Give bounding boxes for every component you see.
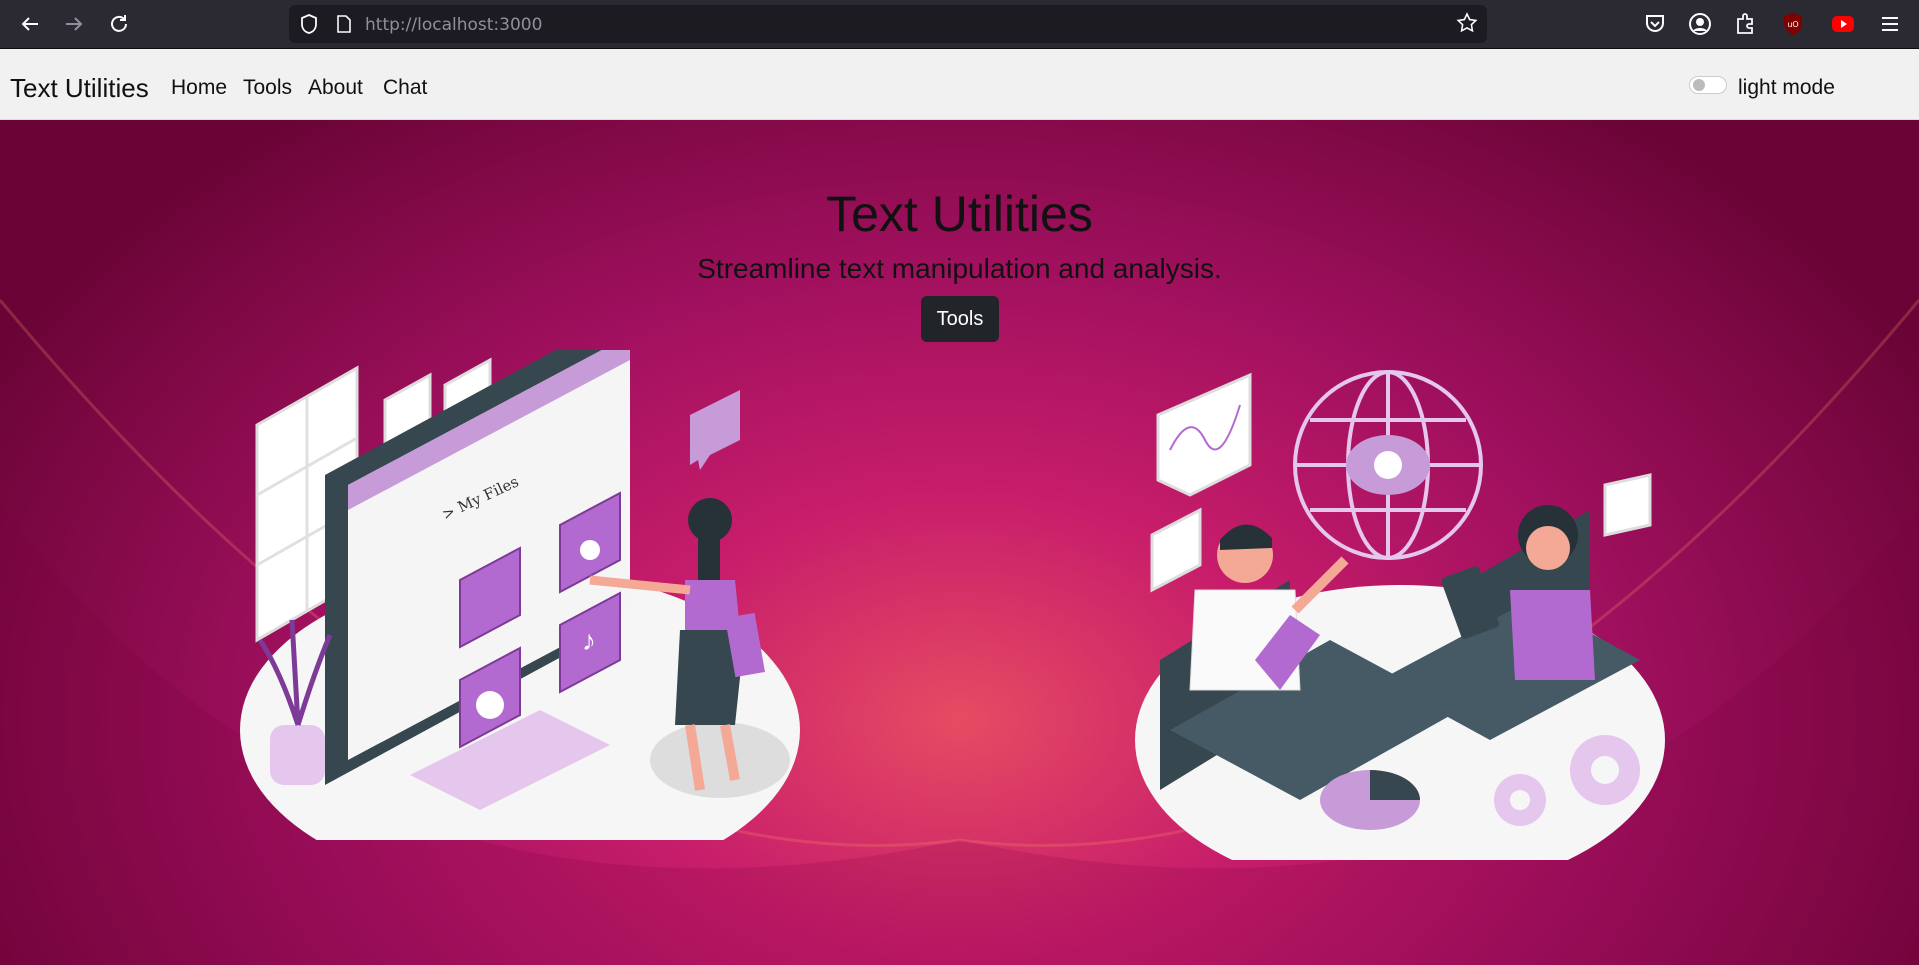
user-bubble-icon	[690, 390, 740, 470]
bookmark-star-icon[interactable]	[1455, 11, 1479, 35]
menu-icon[interactable]	[1877, 11, 1903, 37]
files-illustration: > My Files ♪	[240, 350, 800, 840]
nav-link-home[interactable]: Home	[171, 76, 227, 100]
team-illustration	[1135, 370, 1665, 860]
nav-link-tools[interactable]: Tools	[243, 76, 292, 100]
pocket-icon[interactable]	[1642, 11, 1668, 37]
url-port: :3000	[493, 15, 543, 35]
ublock-icon[interactable]: uO	[1780, 11, 1806, 37]
mode-label: light mode	[1738, 76, 1835, 99]
navbar-brand[interactable]: Text Utilities	[10, 73, 149, 104]
nav-link-chat[interactable]: Chat	[383, 76, 427, 100]
hero-tools-button[interactable]: Tools	[921, 296, 999, 342]
url-bar[interactable]: http://localhost:3000	[289, 5, 1487, 43]
url-host: localhost	[417, 15, 494, 35]
gear-icon	[1374, 451, 1402, 479]
url-scheme: http://	[365, 15, 418, 35]
url-text[interactable]: http://localhost:3000	[365, 15, 542, 35]
person-icon	[580, 540, 600, 560]
svg-text:uO: uO	[1787, 20, 1798, 29]
music-note-icon: ♪	[582, 625, 596, 656]
shield-icon[interactable]	[299, 13, 319, 35]
hero-section: Text Utilities Streamline text manipulat…	[0, 120, 1919, 965]
line-chart-card-icon	[1156, 372, 1252, 497]
extensions-icon[interactable]	[1732, 11, 1758, 37]
youtube-icon[interactable]	[1830, 11, 1856, 37]
pie-chart-card-icon	[1603, 473, 1652, 537]
app-navbar: Text Utilities Home Tools About Chat lig…	[0, 49, 1919, 120]
page-icon	[337, 15, 351, 33]
bar-chart-card-icon	[1150, 507, 1202, 593]
back-icon[interactable]	[14, 8, 46, 40]
mode-toggle[interactable]	[1689, 76, 1727, 94]
forward-icon[interactable]	[58, 8, 90, 40]
play-icon	[476, 691, 504, 719]
reload-icon[interactable]	[103, 8, 135, 40]
nav-link-about[interactable]: About	[308, 76, 363, 100]
hero-title: Text Utilities	[826, 186, 1093, 242]
hero-subtitle: Streamline text manipulation and analysi…	[697, 253, 1222, 284]
browser-toolbar: http://localhost:3000 uO	[0, 0, 1919, 49]
account-icon[interactable]	[1687, 11, 1713, 37]
toggle-knob	[1693, 79, 1705, 91]
